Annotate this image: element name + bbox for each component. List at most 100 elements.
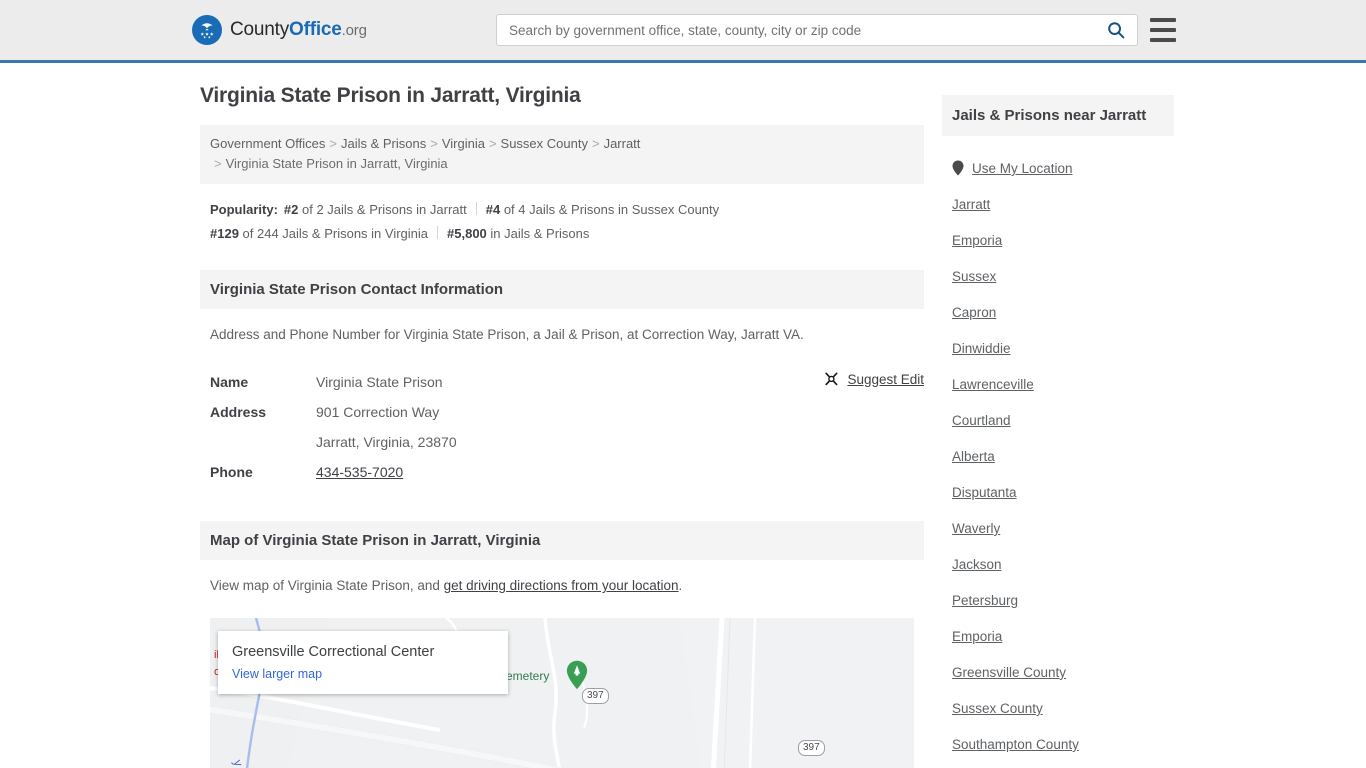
sidebar-item-dinwiddie[interactable]: Dinwiddie xyxy=(942,330,1174,366)
sidebar-link-label[interactable]: Sussex xyxy=(952,269,996,284)
sidebar-item-emporia-2[interactable]: Emporia xyxy=(942,618,1174,654)
sidebar-item-sussex-county[interactable]: Sussex County xyxy=(942,690,1174,726)
edit-pencil-icon xyxy=(825,372,838,386)
popularity-item-jarratt: #2 of 2 Jails & Prisons in Jarratt xyxy=(284,202,467,217)
sidebar-link-label[interactable]: Lawrenceville xyxy=(952,377,1034,392)
sidebar-link-label[interactable]: Waverly xyxy=(952,521,1000,536)
contact-row-name: Name Virginia State Prison xyxy=(210,367,914,397)
map-card-title: Greensville Correctional Center xyxy=(232,644,435,660)
popularity-stats: Popularity: #2 of 2 Jails & Prisons in Ja… xyxy=(200,198,924,250)
breadcrumb-separator: > xyxy=(430,136,438,151)
search-bar[interactable] xyxy=(496,14,1138,46)
popularity-item-sussex-county: #4 of 4 Jails & Prisons in Sussex County xyxy=(486,202,719,217)
sidebar-link-label[interactable]: Courtland xyxy=(952,413,1011,428)
sidebar-item-disputanta[interactable]: Disputanta xyxy=(942,474,1174,510)
sidebar-item-southampton-county[interactable]: Southampton County xyxy=(942,726,1174,762)
sidebar-item-greensville-county[interactable]: Greensville County xyxy=(942,654,1174,690)
sidebar-item-use-my-location[interactable]: Use My Location xyxy=(942,150,1174,186)
map-section-heading: Map of Virginia State Prison in Jarratt,… xyxy=(200,521,924,560)
sidebar-item-jarratt[interactable]: Jarratt xyxy=(942,186,1174,222)
breadcrumb-separator: > xyxy=(329,136,337,151)
sidebar-link-label[interactable]: Emporia xyxy=(952,233,1002,248)
suggest-edit-label: Suggest Edit xyxy=(847,371,924,387)
sidebar-item-waverly[interactable]: Waverly xyxy=(942,510,1174,546)
sidebar-item-capron[interactable]: Capron xyxy=(942,294,1174,330)
map-route-shield-397-b: 397 xyxy=(798,740,825,756)
contact-row-address-line2: Jarratt, Virginia, 23870 xyxy=(210,427,914,457)
sidebar-link-label[interactable]: Dinwiddie xyxy=(952,341,1011,356)
menu-bar-2 xyxy=(1150,28,1176,32)
contact-value-city-state-zip: Jarratt, Virginia, 23870 xyxy=(316,434,457,450)
contact-section-heading: Virginia State Prison Contact Informatio… xyxy=(200,270,924,309)
sidebar-link-label[interactable]: Southampton County xyxy=(952,737,1079,752)
map-desc-suffix: . xyxy=(678,578,683,593)
brand-part-county: County xyxy=(230,19,290,40)
sidebar-link-label[interactable]: Jackson xyxy=(952,557,1002,572)
contact-key: Phone xyxy=(210,464,253,480)
breadcrumb-item-virginia[interactable]: Virginia xyxy=(442,136,485,151)
breadcrumb-item-jails-prisons[interactable]: Jails & Prisons xyxy=(341,136,426,151)
popularity-text: in Jails & Prisons xyxy=(490,226,590,241)
contact-row-phone: Phone 434-535-7020 xyxy=(210,457,914,487)
sidebar-link-label[interactable]: Petersburg xyxy=(952,593,1018,608)
brand-wordmark: CountyOffice.org xyxy=(230,19,367,41)
map-info-card: Greensville Correctional Center View lar… xyxy=(218,631,508,694)
popularity-divider xyxy=(475,202,477,215)
sidebar-link-label[interactable]: Disputanta xyxy=(952,485,1017,500)
breadcrumb-item-current: Virginia State Prison in Jarratt, Virgin… xyxy=(225,156,448,171)
contact-key xyxy=(210,427,316,457)
sidebar-item-emporia[interactable]: Emporia xyxy=(942,222,1174,258)
sidebar-item-alberta[interactable]: Alberta xyxy=(942,438,1174,474)
sidebar-link-label[interactable]: Sussex County xyxy=(952,701,1043,716)
breadcrumb: Government Offices > Jails & Prisons > Virgi… xyxy=(200,125,924,184)
sidebar-link-label[interactable]: Capron xyxy=(952,305,996,320)
breadcrumb-separator: > xyxy=(214,156,222,171)
use-my-location-label[interactable]: Use My Location xyxy=(972,161,1073,176)
popularity-rank: #4 xyxy=(485,202,501,217)
sidebar-link-label[interactable]: Jarratt xyxy=(952,197,990,212)
sidebar-link-label[interactable]: Greensville County xyxy=(952,665,1066,680)
breadcrumb-separator: > xyxy=(488,136,497,151)
popularity-divider xyxy=(437,226,439,239)
search-button[interactable] xyxy=(1101,21,1137,39)
view-larger-map-link[interactable]: View larger map xyxy=(232,667,322,681)
sidebar-link-label[interactable]: Alberta xyxy=(952,449,995,464)
sidebar-item-courtland[interactable]: Courtland xyxy=(942,402,1174,438)
sidebar-link-label[interactable]: Emporia xyxy=(952,629,1002,644)
contact-section-description: Address and Phone Number for Virginia St… xyxy=(210,327,804,342)
sidebar-item-petersburg[interactable]: Petersburg xyxy=(942,582,1174,618)
contact-value-name: Virginia State Prison xyxy=(316,374,443,390)
popularity-rank: #2 xyxy=(283,202,299,217)
contact-details: Suggest Edit Name Virginia State Prison … xyxy=(200,367,924,487)
search-input[interactable] xyxy=(497,15,1101,45)
sidebar-item-lawrenceville[interactable]: Lawrenceville xyxy=(942,366,1174,402)
sidebar-item-jackson[interactable]: Jackson xyxy=(942,546,1174,582)
breadcrumb-item-sussex-county[interactable]: Sussex County xyxy=(501,136,588,151)
site-logo-link[interactable]: CountyOffice.org xyxy=(192,15,367,45)
map-label-cemetery: emetery xyxy=(506,669,550,683)
location-pin-icon xyxy=(952,160,964,176)
suggest-edit-button[interactable]: Suggest Edit xyxy=(824,371,924,387)
site-header: CountyOffice.org xyxy=(0,0,1366,63)
contact-row-address: Address 901 Correction Way xyxy=(210,397,914,427)
breadcrumb-item-government-offices[interactable]: Government Offices xyxy=(210,136,325,151)
breadcrumb-item-jarratt[interactable]: Jarratt xyxy=(604,136,641,151)
page-title: Virginia State Prison in Jarratt, Virgin… xyxy=(200,84,581,107)
sidebar-nearby-jails: Jails & Prisons near Jarratt Use My Loca… xyxy=(942,83,1174,768)
popularity-text: of 244 Jails & Prisons in Virginia xyxy=(242,226,429,241)
sidebar-item-sussex[interactable]: Sussex xyxy=(942,258,1174,294)
search-icon xyxy=(1108,22,1125,39)
hamburger-menu-icon[interactable] xyxy=(1150,18,1176,42)
brand-part-office: Office xyxy=(289,19,342,40)
popularity-label: Popularity: xyxy=(210,202,278,217)
contact-value-phone: 434-535-7020 xyxy=(316,457,403,487)
popularity-item-virginia: #129 of 244 Jails & Prisons in Virginia xyxy=(210,226,428,241)
map-embed[interactable]: ill on emetery 397 397 y Swamp Greensvil… xyxy=(210,618,914,768)
contact-key: Name xyxy=(210,374,249,390)
menu-bar-1 xyxy=(1150,18,1176,22)
map-section-description: View map of Virginia State Prison, and g… xyxy=(200,576,924,596)
driving-directions-link[interactable]: get driving directions from your locatio… xyxy=(444,578,679,593)
phone-link[interactable]: 434-535-7020 xyxy=(316,464,403,480)
page-body: Virginia State Prison in Jarratt, Virgin… xyxy=(0,63,1366,768)
map-desc-prefix: View map of Virginia State Prison, and xyxy=(210,578,444,593)
